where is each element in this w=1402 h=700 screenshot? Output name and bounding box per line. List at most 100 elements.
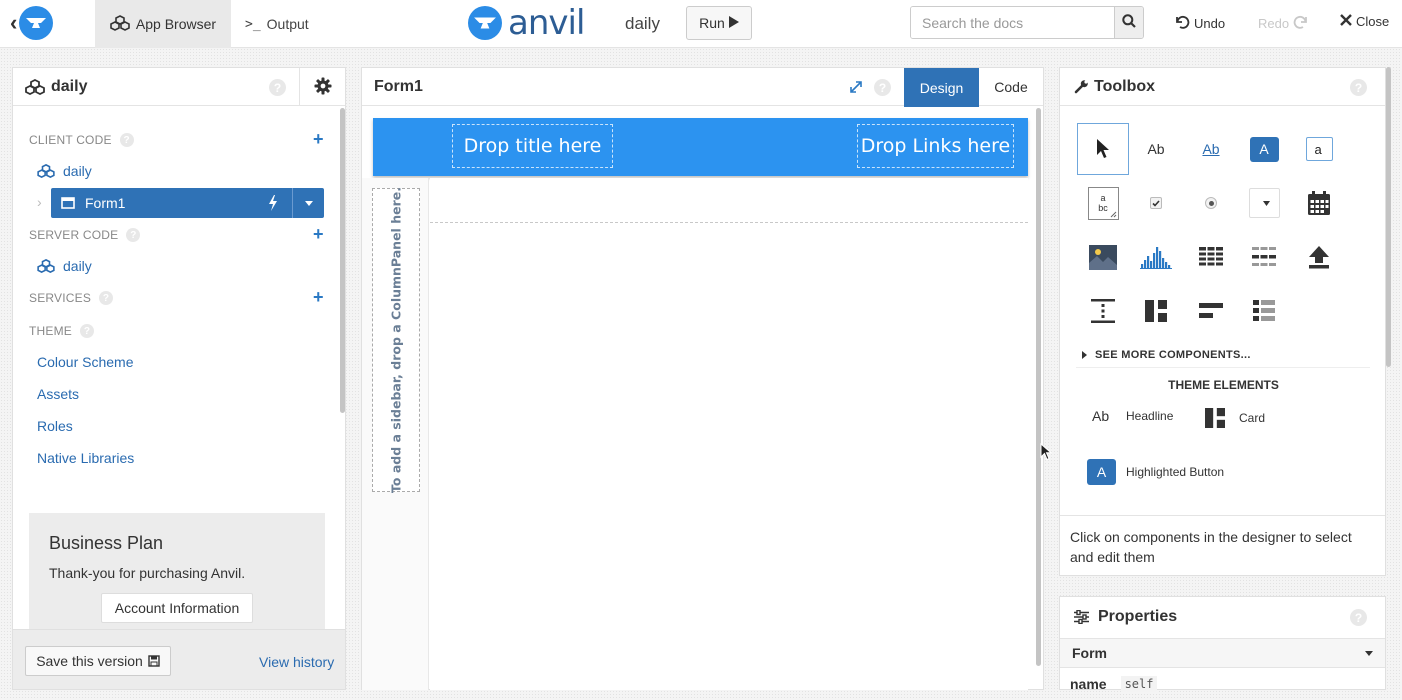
anvil-logo-icon xyxy=(468,6,502,40)
right-scrollbar[interactable] xyxy=(1386,67,1391,367)
back-to-apps-button[interactable]: ‹ xyxy=(10,4,70,42)
tool-column-panel[interactable] xyxy=(1130,285,1182,337)
checkbox-icon xyxy=(1150,197,1162,209)
tree-item-form1[interactable]: Form1 xyxy=(51,188,324,218)
tab-code[interactable]: Code xyxy=(979,68,1043,106)
client-code-label: CLIENT CODE xyxy=(29,133,112,147)
tool-textbox[interactable]: a xyxy=(1293,123,1345,175)
view-history-link[interactable]: View history xyxy=(259,654,334,670)
help-icon[interactable]: ? xyxy=(1350,79,1367,96)
sidebar-area: To add a sidebar, drop a ColumnPanel her… xyxy=(362,178,429,690)
headline-label: Headline xyxy=(1126,409,1174,423)
save-version-button[interactable]: Save this version xyxy=(25,646,171,676)
tool-file-loader[interactable] xyxy=(1293,231,1345,283)
flow-panel-icon xyxy=(1253,300,1275,322)
anvil-logo-icon xyxy=(19,6,54,40)
tab-app-browser[interactable]: App Browser xyxy=(95,0,231,48)
property-name-label: name xyxy=(1070,676,1107,692)
see-more-components-toggle[interactable]: SEE MORE COMPONENTS... xyxy=(1082,349,1251,361)
client-code-section: CLIENT CODE ? xyxy=(29,133,134,147)
tab-output[interactable]: >_ Output xyxy=(245,0,309,48)
docs-search xyxy=(910,6,1144,39)
run-button[interactable]: Run xyxy=(686,6,752,40)
tool-linear-panel[interactable] xyxy=(1185,285,1237,337)
tool-date-picker[interactable] xyxy=(1293,177,1345,229)
help-icon[interactable]: ? xyxy=(874,79,891,96)
column-panel-icon xyxy=(1145,300,1167,322)
help-icon[interactable]: ? xyxy=(99,291,114,305)
help-icon[interactable]: ? xyxy=(126,228,141,242)
tool-label[interactable]: Ab xyxy=(1130,123,1182,175)
redo-button[interactable]: Redo xyxy=(1258,14,1309,33)
left-scrollbar[interactable] xyxy=(340,108,345,413)
theme-element-highlighted-button[interactable]: A Highlighted Button xyxy=(1087,459,1224,485)
tool-repeating-panel[interactable] xyxy=(1238,231,1290,283)
close-button[interactable]: Close xyxy=(1340,14,1389,29)
drop-title-slot[interactable]: Drop title here xyxy=(452,124,613,168)
expand-icon[interactable] xyxy=(849,80,863,94)
client-app-item[interactable]: daily xyxy=(37,163,92,179)
help-icon[interactable]: ? xyxy=(269,79,286,96)
designer-scrollbar[interactable] xyxy=(1036,108,1041,666)
properties-section-form[interactable]: Form xyxy=(1060,638,1385,668)
tool-flow-panel[interactable] xyxy=(1238,285,1290,337)
tool-button[interactable]: A xyxy=(1238,123,1290,175)
search-button[interactable] xyxy=(1114,7,1143,38)
radio-icon xyxy=(1205,197,1217,209)
add-client-module-button[interactable]: + xyxy=(313,130,324,148)
theme-item-native-libraries[interactable]: Native Libraries xyxy=(37,450,134,466)
bar-chart-icon xyxy=(1140,245,1172,269)
app-settings-button[interactable] xyxy=(299,68,345,106)
form-content-area[interactable] xyxy=(430,178,1028,690)
tool-plot[interactable] xyxy=(1130,231,1182,283)
form-title: Form1 xyxy=(374,77,423,95)
tool-checkbox[interactable] xyxy=(1130,177,1182,229)
add-server-module-button[interactable]: + xyxy=(313,225,324,243)
anvil-logo: anvil xyxy=(468,6,585,40)
theme-item-roles[interactable]: Roles xyxy=(37,418,73,434)
toolbox-hint: Click on components in the designer to s… xyxy=(1060,515,1385,575)
help-icon[interactable]: ? xyxy=(119,133,134,147)
help-icon[interactable]: ? xyxy=(1350,609,1367,626)
data-grid-icon xyxy=(1199,247,1223,267)
textarea-icon-line1: a xyxy=(1100,193,1106,203)
help-icon[interactable]: ? xyxy=(80,324,94,338)
account-information-button[interactable]: Account Information xyxy=(101,593,253,623)
card-icon xyxy=(1205,408,1225,428)
tool-radio-button[interactable] xyxy=(1185,177,1237,229)
caret-right-icon xyxy=(1082,351,1087,359)
left-panel-header: daily ? xyxy=(13,68,345,106)
property-name-value[interactable]: self xyxy=(1120,676,1158,692)
drop-links-slot[interactable]: Drop Links here xyxy=(857,124,1014,168)
tool-link[interactable]: Ab xyxy=(1185,123,1237,175)
theme-item-colour-scheme[interactable]: Colour Scheme xyxy=(37,354,134,370)
tab-output-label: Output xyxy=(266,16,309,32)
sidebar-drop-zone[interactable]: To add a sidebar, drop a ColumnPanel her… xyxy=(372,187,420,493)
undo-button[interactable]: Undo xyxy=(1174,14,1225,33)
textarea-icon: a bc xyxy=(1087,186,1119,220)
theme-element-headline[interactable]: Ab Headline xyxy=(1092,408,1173,424)
toolbox-header: Toolbox ? xyxy=(1060,68,1385,106)
image-icon xyxy=(1089,244,1117,270)
tool-textarea[interactable]: a bc xyxy=(1077,177,1129,229)
search-icon xyxy=(1122,14,1136,31)
tool-dropdown[interactable] xyxy=(1238,177,1290,229)
add-service-button[interactable]: + xyxy=(313,288,324,306)
theme-element-card[interactable]: Card xyxy=(1205,408,1265,428)
tool-pointer[interactable] xyxy=(1077,123,1129,175)
tool-data-grid[interactable] xyxy=(1185,231,1237,283)
tool-image[interactable] xyxy=(1077,231,1129,283)
server-app-label: daily xyxy=(63,258,92,274)
tool-spacer[interactable] xyxy=(1077,285,1129,337)
chevron-right-icon[interactable]: › xyxy=(37,194,42,210)
theme-item-assets[interactable]: Assets xyxy=(37,386,79,402)
linear-panel-icon xyxy=(1199,303,1223,319)
close-label: Close xyxy=(1356,14,1390,29)
server-app-item[interactable]: daily xyxy=(37,258,92,274)
form1-dropdown-button[interactable] xyxy=(292,188,324,218)
search-input[interactable] xyxy=(911,7,1114,38)
tab-design[interactable]: Design xyxy=(904,68,979,107)
pointer-icon xyxy=(1096,138,1110,160)
lightning-icon[interactable] xyxy=(268,195,278,211)
business-plan-box: Business Plan Thank-you for purchasing A… xyxy=(29,513,325,633)
